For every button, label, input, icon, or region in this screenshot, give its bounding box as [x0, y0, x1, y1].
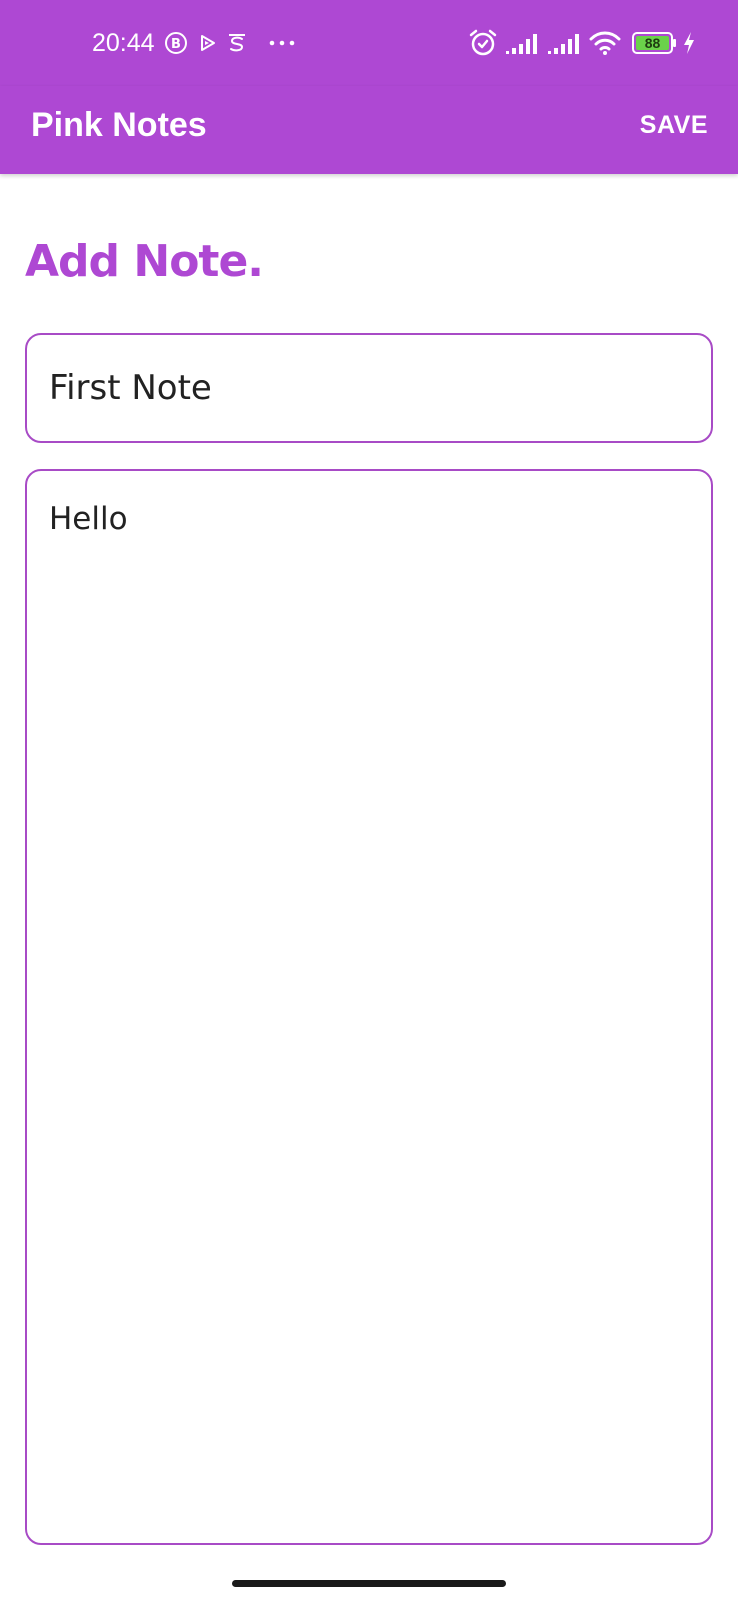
- s-app-icon: [229, 34, 245, 52]
- app-title: Pink Notes: [31, 106, 207, 144]
- more-dots-icon: [269, 40, 295, 46]
- b-circle-icon: B: [165, 32, 187, 54]
- svg-text:B: B: [171, 37, 181, 52]
- alarm-icon: [469, 29, 497, 56]
- app-bar: Pink Notes SAVE: [0, 86, 738, 174]
- signal-icon: [506, 34, 537, 54]
- battery-level: 88: [644, 35, 661, 51]
- status-bar: 20:44 B 88: [0, 0, 738, 86]
- wifi-icon: [589, 31, 621, 55]
- home-indicator[interactable]: [232, 1580, 506, 1587]
- save-button[interactable]: SAVE: [634, 102, 714, 148]
- note-body-value: Hello: [49, 501, 128, 537]
- play-store-icon: [201, 35, 215, 51]
- note-title-field[interactable]: First Note: [25, 333, 713, 443]
- battery-icon: 88: [632, 32, 678, 54]
- status-time: 20:44: [92, 29, 155, 57]
- signal-icon: [548, 34, 579, 54]
- note-body-field[interactable]: Hello: [25, 469, 713, 1545]
- note-title-value: First Note: [49, 368, 212, 408]
- charging-bolt-icon: [684, 32, 694, 54]
- page-title: Add Note.: [25, 236, 264, 287]
